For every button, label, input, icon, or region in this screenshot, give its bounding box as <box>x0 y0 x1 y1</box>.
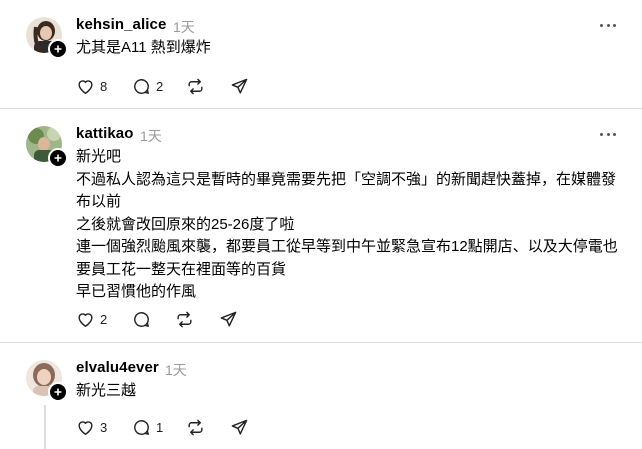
reply-button[interactable] <box>132 309 156 329</box>
share-button[interactable] <box>230 417 249 437</box>
like-button[interactable]: 2 <box>76 309 107 329</box>
post-text-line: 新光三越 <box>76 382 137 399</box>
repost-button[interactable] <box>175 309 194 329</box>
avatar[interactable] <box>26 126 68 168</box>
more-icon[interactable] <box>600 129 616 139</box>
comment-icon <box>134 311 149 327</box>
post-text: 新光吧 不過私人認為這只是暫時的畢竟需要先把「空調不強」的新聞趕快蓋掉，在媒體發… <box>76 146 631 304</box>
avatar[interactable] <box>26 360 68 402</box>
post-text-line: 早已習慣他的作風 <box>76 283 197 300</box>
heart-icon <box>78 312 93 327</box>
post-text-line: 要員工花一整天在裡面等的百貨 <box>76 260 287 278</box>
username[interactable]: kehsin_alice <box>76 16 166 33</box>
like-count: 3 <box>100 419 108 435</box>
reply-button[interactable]: 1 <box>132 417 163 437</box>
send-icon <box>220 311 237 327</box>
reply-count: 2 <box>156 78 164 94</box>
like-count: 2 <box>100 311 108 327</box>
repost-icon <box>188 419 203 435</box>
post-text: 新光三越 <box>76 380 631 403</box>
like-button[interactable]: 3 <box>76 417 107 437</box>
post-2: kattikao 1天 新光吧 不過私人認為這只是暫時的畢竟需要先把「空調不強」… <box>0 109 642 342</box>
thread-line <box>44 405 46 449</box>
share-button[interactable] <box>219 309 238 329</box>
repost-button[interactable] <box>186 76 205 96</box>
avatar[interactable] <box>26 17 68 59</box>
send-icon <box>231 419 248 435</box>
post-text-line: 新光吧 <box>76 148 122 165</box>
reply-count: 1 <box>156 419 164 435</box>
username[interactable]: elvalu4ever <box>76 359 159 376</box>
send-icon <box>231 78 248 94</box>
username[interactable]: kattikao <box>76 125 134 142</box>
follow-plus-icon[interactable] <box>48 148 68 168</box>
share-button[interactable] <box>230 76 249 96</box>
like-count: 8 <box>100 78 108 94</box>
post-3: elvalu4ever 1天 新光三越 3 1 <box>0 343 642 449</box>
post-text-line: 不過私人認為這只是暫時的畢竟需要先把「空調不強」的新聞趕快蓋掉，在媒體發 <box>76 170 617 188</box>
repost-icon <box>177 311 192 327</box>
reply-button[interactable]: 2 <box>132 76 163 96</box>
post-text-line: 連一個強烈颱風來襲，都要員工從早等到中午並緊急宣布12點開店、以及大停電也 <box>76 238 618 255</box>
post-time: 1天 <box>173 19 195 35</box>
comment-icon <box>134 78 149 94</box>
repost-icon <box>188 78 203 94</box>
post-text: 尤其是A11 熱到爆炸 <box>76 37 631 60</box>
heart-icon <box>78 79 93 94</box>
post-text-line: 之後就會改回原來的25-26度了啦 <box>76 215 295 233</box>
post-text-line: 尤其是A11 熱到爆炸 <box>76 39 211 56</box>
repost-button[interactable] <box>186 417 205 437</box>
follow-plus-icon[interactable] <box>48 39 68 59</box>
post-text-line: 布以前 <box>76 193 122 210</box>
more-icon[interactable] <box>600 20 616 30</box>
post-time: 1天 <box>140 128 162 144</box>
post-time: 1天 <box>165 362 187 378</box>
post-1: kehsin_alice 1天 尤其是A11 熱到爆炸 8 2 <box>0 0 642 108</box>
comment-icon <box>134 419 149 435</box>
heart-icon <box>78 420 93 435</box>
follow-plus-icon[interactable] <box>48 382 68 402</box>
like-button[interactable]: 8 <box>76 76 107 96</box>
